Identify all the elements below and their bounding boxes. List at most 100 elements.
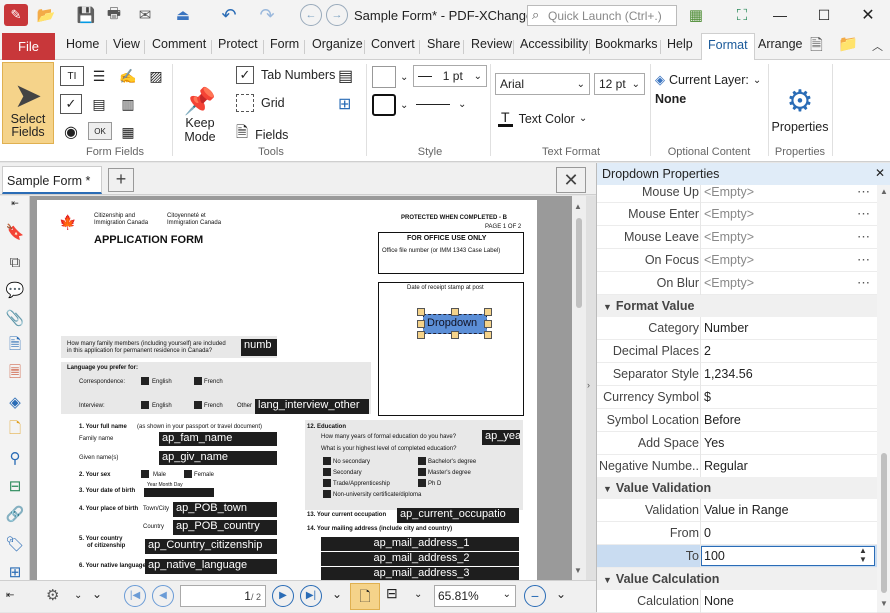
- destinations-icon[interactable]: ⚲: [5, 448, 25, 468]
- more-dots-icon[interactable]: ⋯: [857, 229, 870, 245]
- more-dots-icon[interactable]: ⋯: [857, 184, 870, 200]
- forward-icon[interactable]: →: [326, 4, 348, 26]
- back-icon[interactable]: ←: [300, 4, 322, 26]
- scroll-down-icon[interactable]: ▼: [574, 566, 582, 575]
- panel-scrollbar[interactable]: ▲ ▼: [877, 185, 890, 612]
- edu-checkbox-2[interactable]: [323, 479, 331, 487]
- resize-handle-b[interactable]: [451, 331, 459, 339]
- tab-numbers-button[interactable]: ✓ Tab Numbers: [236, 66, 335, 84]
- first-page-button[interactable]: |◀: [124, 585, 146, 607]
- barcode-icon[interactable]: ▥: [116, 94, 140, 114]
- resize-handle-bl[interactable]: [417, 331, 425, 339]
- close-document-button[interactable]: ✕: [556, 167, 586, 193]
- checkbox-icon[interactable]: ✓: [60, 94, 82, 114]
- expand-zoom-icon[interactable]: ⌄: [556, 587, 566, 601]
- tab-share[interactable]: Share: [427, 37, 460, 51]
- attachments-icon[interactable]: 📎: [5, 308, 25, 328]
- resize-handle-t[interactable]: [451, 308, 459, 316]
- scroll-up-icon[interactable]: ▲: [574, 202, 582, 211]
- font-select[interactable]: Arial ⌄: [495, 73, 590, 95]
- links-icon[interactable]: 🔗: [5, 504, 25, 524]
- structure-icon[interactable]: ⊟: [5, 476, 25, 496]
- folder-user-icon[interactable]: 📁: [838, 34, 858, 54]
- prop-row-on-blur[interactable]: On Blur <Empty> ⋯: [597, 272, 877, 295]
- push-button-icon[interactable]: OK: [88, 122, 112, 140]
- resize-handle-br[interactable]: [484, 331, 492, 339]
- zoom-select[interactable]: 65.81% ⌄: [434, 585, 516, 607]
- section-value-calculation[interactable]: ▼ Value Calculation: [597, 568, 877, 590]
- ap-pob-country-field[interactable]: ap_POB_country: [173, 520, 277, 535]
- tab-bookmarks[interactable]: Bookmarks: [595, 37, 658, 51]
- keep-mode-button[interactable]: 📌 Keep Mode: [176, 70, 224, 144]
- border-color-button[interactable]: ⌄: [372, 94, 408, 116]
- date-field-icon[interactable]: ▦: [116, 122, 140, 142]
- signature-icon[interactable]: ✍: [116, 66, 140, 86]
- more-dots-icon[interactable]: ⋯: [857, 206, 870, 222]
- panel-scroll-thumb[interactable]: [881, 453, 887, 593]
- undo-icon[interactable]: ↶: [214, 4, 244, 26]
- prop-row-mouse-up[interactable]: Mouse Up <Empty> ⋯: [597, 184, 877, 208]
- fields-pane-icon[interactable]: 🗎: [5, 336, 25, 356]
- lang-interview-other-field[interactable]: lang_interview_other: [255, 399, 369, 414]
- dropdown-field-icon[interactable]: ▤: [88, 94, 110, 114]
- edu-checkbox-3[interactable]: [323, 490, 331, 498]
- grid-button[interactable]: Grid: [236, 94, 285, 112]
- scan-icon[interactable]: ⏏: [168, 4, 198, 26]
- close-window-button[interactable]: ✕: [852, 3, 884, 27]
- collapse-left-icon[interactable]: ⇤: [6, 590, 14, 601]
- section-value-validation[interactable]: ▼ Value Validation: [597, 477, 877, 499]
- email-icon[interactable]: ✉: [130, 4, 160, 26]
- prop-row-add-space[interactable]: Add Space Yes: [597, 432, 877, 455]
- prop-row-on-focus[interactable]: On Focus <Empty> ⋯: [597, 249, 877, 272]
- new-tab-button[interactable]: +: [108, 168, 134, 192]
- splitter-arrow-icon[interactable]: ›: [587, 380, 590, 390]
- customize-toolbar-icon[interactable]: ▦: [684, 4, 708, 26]
- prop-row-to[interactable]: To 100 ▲ ▼: [597, 545, 877, 568]
- previous-page-button[interactable]: ◀: [152, 585, 174, 607]
- prop-row-validation[interactable]: Validation Value in Range: [597, 499, 877, 522]
- settings-gear-icon[interactable]: ⚙: [46, 586, 59, 604]
- print-icon[interactable]: 🖶: [102, 4, 126, 26]
- content-icon[interactable]: 🗋: [5, 420, 25, 440]
- resize-handle-r[interactable]: [484, 320, 492, 328]
- female-checkbox[interactable]: [184, 470, 192, 478]
- prop-row-decimal-places[interactable]: Decimal Places 2: [597, 340, 877, 363]
- ap-pob-town-field[interactable]: ap_POB_town: [173, 502, 277, 517]
- document-view[interactable]: 🍁 Citizenship and Immigration Canada Cit…: [30, 196, 586, 580]
- tab-protect[interactable]: Protect: [218, 37, 258, 51]
- numb-field[interactable]: numb: [241, 339, 277, 356]
- more-dots-icon[interactable]: ⋯: [857, 275, 870, 291]
- prop-row-from[interactable]: From 0: [597, 522, 877, 545]
- ap-giv-name-field[interactable]: ap_giv_name: [159, 451, 277, 465]
- tags-icon[interactable]: 🏷: [5, 534, 25, 554]
- quick-launch-input[interactable]: ⌕ Quick Launch (Ctrl+.): [527, 5, 677, 26]
- expand-nav-icon[interactable]: ⌄: [332, 587, 342, 601]
- expand-toolbar-icon[interactable]: ⌄: [92, 587, 102, 601]
- image-field-icon[interactable]: ▨: [144, 66, 168, 86]
- properties-button[interactable]: ⚙ Properties: [772, 64, 829, 134]
- document-tab[interactable]: Sample Form *: [2, 166, 102, 194]
- scroll-up-icon[interactable]: ▲: [880, 187, 888, 196]
- french-interview-checkbox[interactable]: [194, 401, 202, 409]
- tab-form[interactable]: Form: [270, 37, 299, 51]
- prop-row-separator-style[interactable]: Separator Style 1,234.56: [597, 363, 877, 386]
- spin-icon[interactable]: ▲ ▼: [859, 546, 867, 564]
- tab-organize[interactable]: Organize: [312, 37, 363, 51]
- fullscreen-icon[interactable]: ⛶: [730, 4, 754, 26]
- prop-row-calculation[interactable]: Calculation None: [597, 590, 877, 613]
- ap-native-language-field[interactable]: ap_native_language: [145, 559, 277, 574]
- tab-arrange[interactable]: Arrange: [758, 37, 802, 51]
- fill-color-button[interactable]: ⌄: [372, 66, 408, 88]
- line-style-select[interactable]: ⌄: [416, 98, 486, 110]
- tab-accessibility[interactable]: Accessibility: [520, 37, 588, 51]
- text-color-button[interactable]: T Text Color ⌄: [498, 110, 587, 127]
- document-vertical-scrollbar[interactable]: ▲ ▼: [572, 196, 586, 580]
- ap-yea-field[interactable]: ap_yea: [482, 430, 520, 445]
- scroll-down-icon[interactable]: ▼: [880, 599, 888, 608]
- edu-checkbox-6[interactable]: [418, 479, 426, 487]
- edu-checkbox-4[interactable]: [418, 457, 426, 465]
- to-value-input[interactable]: [701, 546, 875, 566]
- tab-home[interactable]: Home: [66, 37, 99, 51]
- resize-handle-tr[interactable]: [484, 308, 492, 316]
- chevron-down-icon[interactable]: ⌄: [414, 589, 422, 600]
